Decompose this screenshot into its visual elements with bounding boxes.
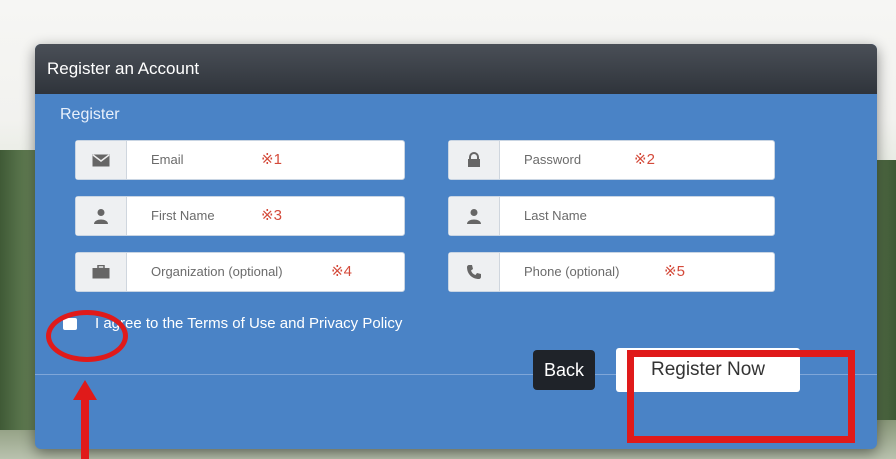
last-name-field[interactable]: Last Name	[448, 196, 775, 236]
organization-placeholder: Organization (optional)	[151, 264, 283, 279]
first-name-note: ※3	[261, 207, 282, 224]
phone-icon	[449, 253, 500, 291]
password-field[interactable]: Password ※2	[448, 140, 775, 180]
password-placeholder: Password	[524, 152, 582, 167]
lock-icon	[449, 141, 500, 179]
briefcase-icon	[76, 253, 127, 291]
annotation-circle	[46, 310, 128, 362]
organization-field[interactable]: Organization (optional) ※4	[75, 252, 405, 292]
email-placeholder: Email	[151, 152, 184, 167]
user-icon	[449, 197, 500, 235]
annotation-rectangle	[627, 350, 855, 443]
last-name-placeholder: Last Name	[524, 208, 587, 223]
phone-note: ※5	[664, 263, 685, 280]
first-name-field[interactable]: First Name ※3	[75, 196, 405, 236]
first-name-placeholder: First Name	[151, 208, 215, 223]
email-field[interactable]: Email ※1	[75, 140, 405, 180]
annotation-arrow-icon	[73, 380, 97, 459]
user-icon	[76, 197, 127, 235]
password-note: ※2	[634, 151, 655, 168]
form-legend: Register	[60, 106, 120, 123]
phone-placeholder: Phone (optional)	[524, 264, 620, 279]
envelope-icon	[76, 141, 127, 179]
organization-note: ※4	[331, 263, 352, 280]
phone-field[interactable]: Phone (optional) ※5	[448, 252, 775, 292]
dialog-title: Register an Account	[35, 44, 877, 94]
terms-label[interactable]: I agree to the Terms of Use and Privacy …	[95, 315, 402, 332]
back-button[interactable]: Back	[533, 350, 595, 390]
email-note: ※1	[261, 151, 282, 168]
background-trees-left	[0, 150, 40, 430]
